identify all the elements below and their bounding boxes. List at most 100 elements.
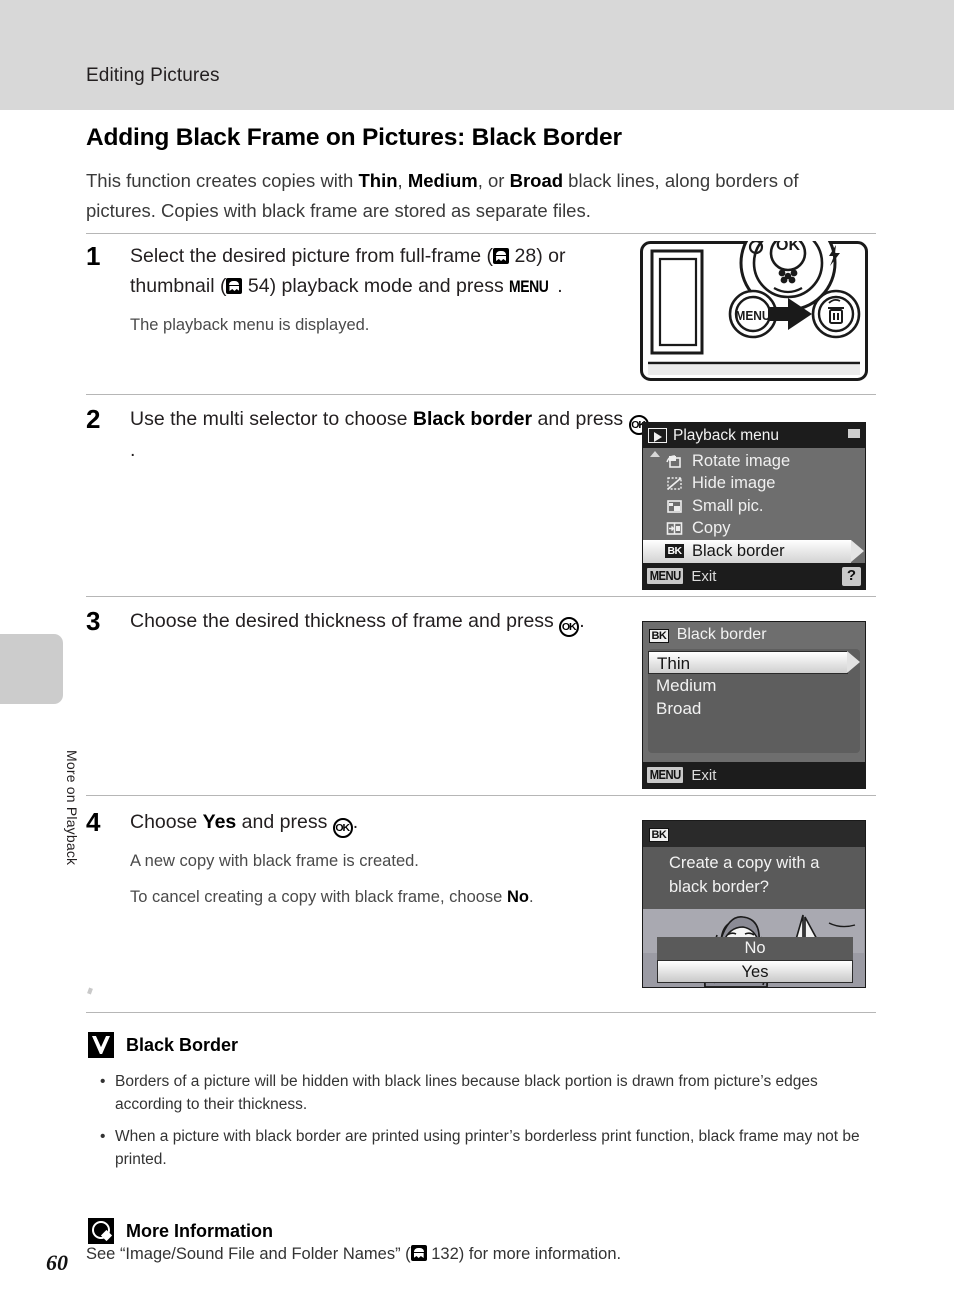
- lcd-playback-menu-list: Rotate image Hide image Small pic. Copy: [643, 448, 865, 563]
- ok-button-glyph: OK: [332, 818, 353, 838]
- ok-button-glyph: OK: [559, 617, 580, 637]
- caution-checkmark-icon: [88, 1032, 114, 1058]
- step-1-text-a: Select the desired picture from full-fra…: [130, 245, 494, 267]
- option-label: Thin: [657, 654, 691, 673]
- caution-note-heading: Black Border: [88, 1032, 238, 1058]
- step-4-text-b: and press: [236, 811, 333, 833]
- small-picture-icon: [665, 498, 684, 515]
- bk-icon: BK: [649, 626, 669, 644]
- menu-button-glyph: MENU: [509, 277, 549, 296]
- intro-sep-2: , or: [477, 170, 510, 191]
- lcd-playback-menu-title: Playback menu: [673, 427, 779, 444]
- step-4-note-1: A new copy with black frame is created.: [130, 852, 419, 870]
- option-label: Medium: [656, 676, 717, 695]
- confirm-option-no[interactable]: No: [657, 937, 853, 960]
- option-broad[interactable]: Broad: [648, 697, 860, 720]
- confirm-option-yes[interactable]: Yes: [657, 960, 853, 983]
- lcd-exit-label: Exit: [691, 567, 717, 585]
- intro-bold-broad: Broad: [509, 170, 564, 191]
- scroll-up-arrow-icon: [650, 451, 660, 457]
- divider-step1-top: [86, 233, 876, 234]
- section-intro: This function creates copies with Thin , …: [86, 166, 826, 226]
- menu-item-label: Copy: [692, 519, 731, 538]
- help-badge-icon: ?: [842, 566, 861, 586]
- caution-note-bullets: Borders of a picture will be hidden with…: [100, 1070, 876, 1180]
- step-2-bold-term: Black border: [412, 408, 533, 430]
- more-information-title: More Information: [126, 1220, 273, 1241]
- step-4-text-c: .: [352, 811, 359, 833]
- playback-arrow-icon: [648, 428, 667, 443]
- divider-step4-top: [86, 795, 876, 796]
- intro-bold-medium: Medium: [407, 170, 478, 191]
- divider-notes-top: [86, 1012, 876, 1013]
- step-1-text-c: ) playback mode and press: [269, 275, 510, 297]
- confirm-option-label: No: [744, 939, 766, 957]
- page-header-band: [0, 0, 954, 110]
- step-3-number: 3: [86, 606, 101, 636]
- menu-item-small-pic[interactable]: Small pic.: [643, 495, 865, 518]
- menu-badge-icon: MENU: [647, 767, 684, 783]
- option-thin[interactable]: Thin: [648, 651, 860, 674]
- caution-bullet: Borders of a picture will be hidden with…: [100, 1070, 876, 1116]
- lcd-confirm-dialog: BK Create a copy with a black border? No…: [642, 820, 866, 988]
- divider-step2-top: [86, 394, 876, 395]
- confirm-question-line-1: Create a copy with a: [669, 854, 820, 872]
- lcd-black-border-menu: BK Black border Thin Medium Broad MENU E…: [642, 621, 866, 789]
- lcd-exit-label: Exit: [691, 766, 717, 784]
- step-3-instruction: Choose the desired thickness of frame an…: [130, 606, 650, 637]
- menu-item-copy[interactable]: Copy: [643, 518, 865, 541]
- hide-image-icon: [665, 475, 684, 492]
- step-1-number: 1: [86, 241, 101, 271]
- step-4-number: 4: [86, 807, 101, 837]
- bk-icon: BK: [649, 825, 669, 843]
- caution-bullet: When a picture with black border are pri…: [100, 1125, 876, 1171]
- lcd-black-border-footer: MENU Exit: [643, 762, 865, 788]
- page-number: 60: [46, 1250, 68, 1275]
- confirm-choices: No Yes: [657, 937, 853, 983]
- menu-item-black-border[interactable]: BK Black border: [643, 540, 864, 563]
- step-3-text-a: Choose the desired thickness of frame an…: [130, 610, 560, 632]
- lcd-confirm-titlebar: BK: [643, 821, 865, 847]
- step-1-body: Select the desired picture from full-fra…: [130, 241, 650, 338]
- running-head: Editing Pictures: [86, 65, 220, 86]
- svg-text:OK: OK: [776, 241, 800, 254]
- step-1-text-d: .: [557, 275, 563, 297]
- menu-item-label: Small pic.: [692, 496, 764, 515]
- option-medium[interactable]: Medium: [648, 674, 860, 697]
- camera-back-illustration: OK MENU: [640, 241, 868, 381]
- print-artifact: [87, 987, 93, 995]
- confirm-question-line-2: black border?: [669, 878, 769, 896]
- more-info-page-ref: 132: [431, 1245, 459, 1263]
- more-information-icon: [88, 1218, 114, 1244]
- step-1-page-ref-1: 28: [514, 245, 537, 267]
- menu-item-hide-image[interactable]: Hide image: [643, 473, 865, 496]
- step-2-instruction: Use the multi selector to choose Black b…: [130, 404, 650, 465]
- step-2-text-b: and press: [532, 408, 629, 430]
- lcd-black-border-title: Black border: [676, 626, 767, 643]
- step-1-page-ref-2: 54: [247, 275, 270, 297]
- more-information-heading: More Information: [88, 1218, 273, 1244]
- step-4-instruction: Choose Yes and press OK.: [130, 807, 650, 838]
- intro-sep-1: ,: [397, 170, 408, 191]
- rotate-image-icon: [665, 453, 684, 470]
- lcd-playback-menu-footer: MENU Exit ?: [643, 563, 865, 589]
- step-2-text-c: .: [130, 439, 136, 461]
- step-4-note-2-text-a: To cancel creating a copy with black fra…: [130, 888, 507, 906]
- confirm-option-label: Yes: [741, 963, 769, 981]
- menu-item-rotate-image[interactable]: Rotate image: [643, 450, 865, 473]
- more-info-text-b: ) for more information.: [458, 1245, 622, 1263]
- menu-item-label: Rotate image: [692, 451, 791, 470]
- chapter-tab: [0, 634, 63, 704]
- step-3-body: Choose the desired thickness of frame an…: [130, 606, 650, 637]
- copy-icon: [665, 520, 684, 537]
- caution-note-title: Black Border: [126, 1034, 239, 1055]
- battery-indicator-icon: [848, 429, 860, 438]
- menu-item-label: Hide image: [692, 474, 776, 493]
- lcd-playback-menu: Playback menu Rotate image Hide image Sm…: [642, 422, 866, 590]
- manual-reference-icon: [226, 278, 243, 294]
- svg-text:MENU: MENU: [735, 309, 770, 324]
- lcd-black-border-options: Thin Medium Broad: [648, 649, 860, 753]
- option-label: Broad: [656, 699, 702, 718]
- step-2-text-a: Use the multi selector to choose: [130, 408, 413, 430]
- lcd-playback-menu-titlebar: Playback menu: [643, 423, 865, 448]
